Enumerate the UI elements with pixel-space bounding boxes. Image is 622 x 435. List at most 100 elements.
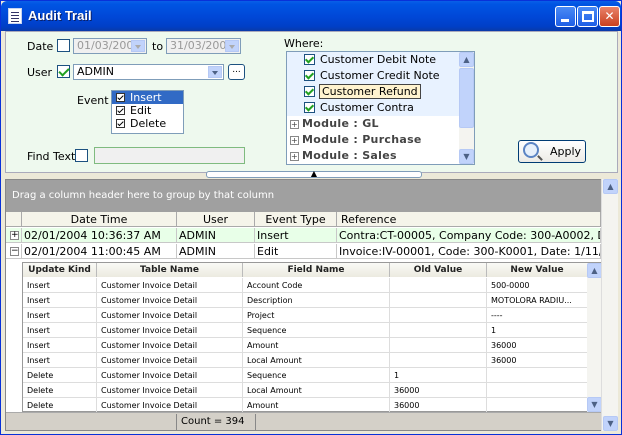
checkbox-icon[interactable]	[116, 93, 125, 102]
detail-row[interactable]: Delete Customer Invoice Detail Amount 36000	[23, 398, 588, 413]
cell-new-value: ----	[487, 308, 588, 323]
checkbox-icon[interactable]	[304, 102, 315, 113]
expand-icon[interactable]: +	[290, 136, 299, 145]
cell-field-name: Description	[243, 293, 390, 308]
scroll-down-icon[interactable]: ▼	[459, 149, 474, 164]
event-label: Event	[77, 94, 109, 107]
checkbox-icon[interactable]	[304, 86, 315, 97]
detail-row[interactable]: Insert Customer Invoice Detail Amount 36000	[23, 338, 588, 353]
detail-row[interactable]: Insert Customer Invoice Detail Project ----	[23, 308, 588, 323]
cell-old-value: 36000	[390, 398, 487, 413]
scroll-up-icon[interactable]: ▲	[587, 263, 602, 278]
maximize-button[interactable]	[577, 6, 598, 27]
find-text-input[interactable]	[94, 147, 245, 164]
detail-scrollbar[interactable]: ▲ ▼	[587, 263, 602, 412]
where-item-focused[interactable]: Customer Refund	[287, 84, 474, 100]
event-list[interactable]: Insert Edit Delete	[111, 90, 184, 134]
where-module[interactable]: + Module : Sales	[287, 148, 474, 164]
row-expander-cell[interactable]: +	[6, 228, 22, 243]
cell-update-kind: Insert	[23, 308, 97, 323]
apply-label: Apply	[550, 145, 582, 158]
detail-header-field-name[interactable]: Field Name	[243, 263, 390, 277]
scroll-thumb[interactable]	[459, 68, 474, 128]
grid-scrollbar[interactable]: ▲ ▼	[601, 179, 618, 431]
detail-header-update-kind[interactable]: Update Kind	[23, 263, 97, 277]
expand-icon[interactable]: +	[10, 231, 19, 240]
table-row[interactable]: − 02/01/2004 11:00:45 AM ADMIN Edit Invo…	[6, 244, 601, 259]
title-bar[interactable]: Audit Trail ✕	[1, 1, 621, 31]
cell-field-name: Local Amount	[243, 353, 390, 368]
detail-header-table-name[interactable]: Table Name	[97, 263, 243, 277]
scroll-down-icon[interactable]: ▼	[603, 416, 618, 431]
row-expander-cell[interactable]: −	[6, 244, 22, 259]
detail-row[interactable]: Insert Customer Invoice Detail Description…	[23, 293, 588, 308]
cell-field-name: Project	[243, 308, 390, 323]
date-from-picker[interactable]: 01/03/2005	[73, 38, 147, 54]
date-checkbox[interactable]	[57, 39, 70, 52]
cell-old-value: 1	[390, 368, 487, 383]
where-scrollbar[interactable]: ▲ ▼	[459, 52, 474, 164]
detail-header-old-value[interactable]: Old Value	[390, 263, 487, 277]
chevron-down-icon[interactable]	[131, 40, 145, 52]
cell-table-name: Customer Invoice Detail	[97, 293, 243, 308]
checkbox-icon[interactable]	[304, 70, 315, 81]
table-row[interactable]: + 02/01/2004 10:36:37 AM ADMIN Insert Co…	[6, 228, 601, 243]
cell-field-name: Amount	[243, 398, 390, 413]
detail-row[interactable]: Delete Customer Invoice Detail Local Amoun…	[23, 383, 588, 398]
header-event-type[interactable]: Event Type	[255, 212, 337, 227]
header-user[interactable]: User	[177, 212, 255, 227]
cell-old-value	[390, 308, 487, 323]
expand-icon[interactable]: +	[290, 120, 299, 129]
detail-row[interactable]: Insert Customer Invoice Detail Local Amoun…	[23, 353, 588, 368]
scroll-up-icon[interactable]: ▲	[603, 179, 618, 194]
header-reference[interactable]: Reference	[337, 212, 601, 227]
chevron-down-icon[interactable]	[225, 40, 239, 52]
chevron-down-icon[interactable]	[208, 66, 222, 78]
where-item[interactable]: Customer Debit Note	[287, 52, 474, 68]
detail-row[interactable]: Insert Customer Invoice Detail Account Cod…	[23, 278, 588, 293]
chevron-up-icon[interactable]: ▲	[311, 169, 317, 178]
cell-old-value	[390, 293, 487, 308]
detail-row[interactable]: Delete Customer Invoice Detail Sequence 1	[23, 368, 588, 383]
where-module[interactable]: + Module : GL	[287, 116, 474, 132]
user-checkbox[interactable]	[57, 65, 70, 78]
cell-table-name: Customer Invoice Detail	[97, 308, 243, 323]
detail-header-new-value[interactable]: New Value	[487, 263, 588, 277]
find-text-checkbox[interactable]	[75, 149, 88, 162]
detail-row[interactable]: Insert Customer Invoice Detail Sequence 1	[23, 323, 588, 338]
cell-old-value	[390, 278, 487, 293]
checkbox-icon[interactable]	[304, 54, 315, 65]
minimize-button[interactable]	[555, 6, 576, 27]
user-browse-button[interactable]: ...	[228, 64, 245, 80]
panel-splitter[interactable]: ▲	[206, 169, 422, 178]
date-to-value: 31/03/2005	[170, 39, 234, 52]
cell-update-kind: Delete	[23, 368, 97, 383]
to-label: to	[152, 40, 164, 53]
collapse-icon[interactable]: −	[10, 247, 19, 256]
where-item[interactable]: Customer Credit Note	[287, 68, 474, 84]
header-datetime[interactable]: Date Time	[22, 212, 177, 227]
checkbox-icon[interactable]	[116, 119, 125, 128]
apply-button[interactable]: Apply	[518, 140, 586, 163]
checkbox-icon[interactable]	[116, 106, 125, 115]
user-combo[interactable]: ADMIN	[73, 64, 224, 80]
scroll-up-icon[interactable]: ▲	[459, 52, 474, 67]
event-item-delete[interactable]: Delete	[112, 117, 183, 130]
find-text-label: Find Text	[27, 150, 76, 163]
date-to-picker[interactable]: 31/03/2005	[166, 38, 241, 54]
expand-icon[interactable]: +	[290, 152, 299, 161]
user-label: User	[27, 66, 53, 79]
cell-update-kind: Insert	[23, 323, 97, 338]
close-button[interactable]: ✕	[599, 6, 620, 27]
event-item-edit[interactable]: Edit	[112, 104, 183, 117]
where-module[interactable]: + Module : Purchase	[287, 132, 474, 148]
where-module-label: Module : Sales	[302, 149, 397, 162]
where-tree[interactable]: Customer Debit Note Customer Credit Note…	[286, 51, 475, 165]
scroll-down-icon[interactable]: ▼	[587, 397, 602, 412]
event-item-label: Delete	[130, 117, 167, 130]
where-item[interactable]: Customer Contra	[287, 100, 474, 116]
where-label: Where:	[284, 37, 324, 50]
group-by-panel[interactable]: Drag a column header here to group by th…	[6, 180, 601, 212]
cell-table-name: Customer Invoice Detail	[97, 353, 243, 368]
event-item-insert[interactable]: Insert	[112, 91, 183, 104]
